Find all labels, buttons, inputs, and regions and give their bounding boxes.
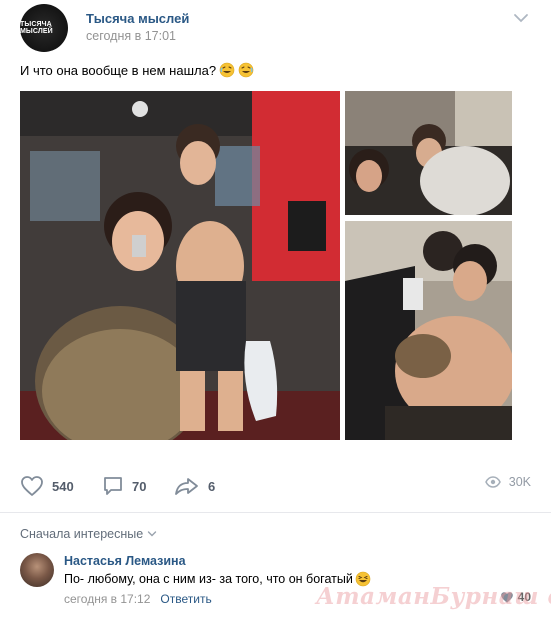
photo-bottom-right[interactable]: [345, 221, 512, 440]
like-button[interactable]: 540: [20, 475, 74, 497]
comment-text-content: По- любому, она с ним из- за того, что о…: [64, 572, 353, 586]
views-indicator: 30K: [484, 475, 531, 489]
chevron-down-icon: [148, 531, 157, 537]
heart-icon: [21, 476, 43, 496]
share-icon: [175, 478, 198, 495]
post-text: И что она вообще в нем нашла?: [20, 62, 254, 78]
photo-grid: [20, 91, 512, 440]
post-text-content: И что она вообще в нем нашла?: [20, 62, 217, 78]
share-count: 6: [208, 478, 216, 494]
photo-main-image: [20, 91, 340, 440]
comment-count: 70: [132, 478, 147, 494]
comment-button[interactable]: 70: [102, 475, 146, 497]
post-timestamp[interactable]: сегодня в 17:01: [86, 29, 176, 43]
chevron-down-icon[interactable]: [513, 12, 529, 24]
comment-icon: [104, 477, 122, 495]
rolling-laughing-emoji-icon: [238, 62, 254, 78]
photo-top-right-image: [345, 91, 512, 215]
photo-main[interactable]: [20, 91, 340, 440]
share-button[interactable]: 6: [174, 475, 215, 497]
section-divider: [0, 512, 551, 513]
post-header: ТЫСЯЧА МЫСЛЕЙ Тысяча мыслей сегодня в 17…: [20, 4, 531, 52]
comments-sort-dropdown[interactable]: Сначала интересные: [20, 527, 157, 541]
photo-top-right[interactable]: [345, 91, 512, 215]
post-actions-bar: 540 70 6 30K: [20, 463, 531, 507]
group-avatar-text: ТЫСЯЧА МЫСЛЕЙ: [20, 21, 53, 35]
like-count: 540: [52, 478, 74, 494]
eye-icon: [484, 476, 501, 488]
comment-meta: сегодня в 17:12 Ответить: [64, 592, 212, 606]
photo-bottom-right-image: [345, 221, 512, 440]
views-count: 30K: [508, 475, 531, 489]
comment-author-link[interactable]: Настасья Лемазина: [64, 554, 186, 568]
rolling-laughing-emoji-icon: [219, 62, 235, 78]
group-avatar[interactable]: ТЫСЯЧА МЫСЛЕЙ: [20, 4, 68, 52]
watermark-text: АтаманБурнаш для ЯП: [316, 583, 551, 610]
group-name-link[interactable]: Тысяча мыслей: [86, 11, 189, 26]
comments-sort-label: Сначала интересные: [20, 527, 144, 541]
avatar[interactable]: [20, 553, 54, 587]
reply-button[interactable]: Ответить: [160, 592, 211, 606]
comment-timestamp[interactable]: сегодня в 17:12: [64, 592, 150, 606]
